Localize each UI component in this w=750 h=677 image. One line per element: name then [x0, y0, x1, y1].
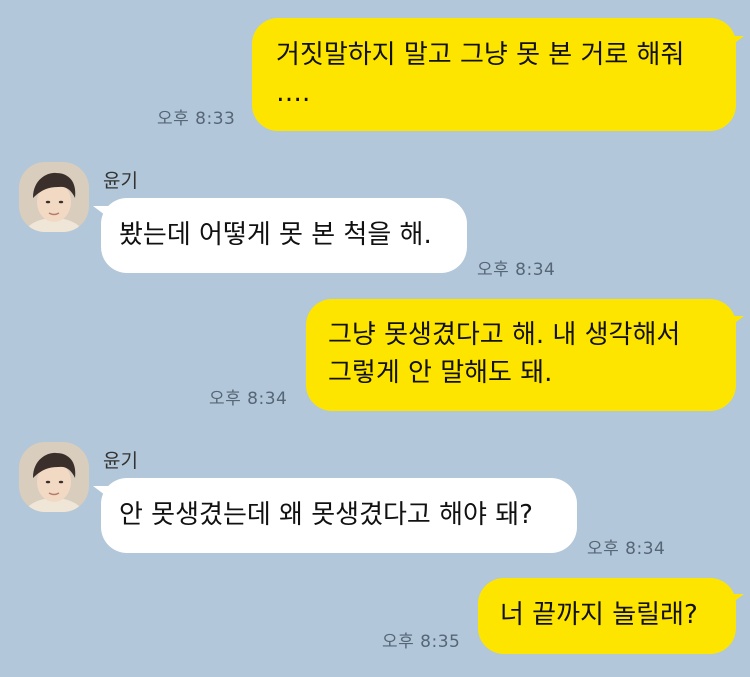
message-bubble-sent[interactable]: 그냥 못생겼다고 해. 내 생각해서 그렇게 안 말해도 돼. — [306, 299, 736, 411]
message-bubble-sent[interactable]: 거짓말하지 말고 그냥 못 본 거로 해줘 …. — [252, 18, 736, 131]
chat-area[interactable]: 오후 8:33 거짓말하지 말고 그냥 못 본 거로 해줘 …. 윤기 봤는데 … — [0, 0, 750, 677]
avatar-photo-icon — [19, 162, 89, 232]
message-time: 오후 8:35 — [382, 632, 461, 652]
message-time: 오후 8:34 — [587, 539, 666, 559]
avatar-photo-icon — [19, 442, 89, 512]
bubble-tail — [728, 36, 744, 48]
sender-name: 윤기 — [103, 170, 138, 192]
message-bubble-received[interactable]: 봤는데 어떻게 못 본 척을 해. — [101, 198, 467, 273]
avatar[interactable] — [19, 442, 89, 512]
message-time: 오후 8:33 — [157, 109, 236, 129]
message-time: 오후 8:34 — [209, 389, 288, 409]
avatar[interactable] — [19, 162, 89, 232]
bubble-tail — [728, 316, 744, 328]
bubble-tail — [728, 594, 744, 606]
message-bubble-received[interactable]: 안 못생겼는데 왜 못생겼다고 해야 돼? — [101, 478, 577, 553]
message-bubble-sent[interactable]: 너 끝까지 놀릴래? — [478, 578, 736, 654]
message-time: 오후 8:34 — [477, 260, 556, 280]
sender-name: 윤기 — [103, 450, 138, 472]
